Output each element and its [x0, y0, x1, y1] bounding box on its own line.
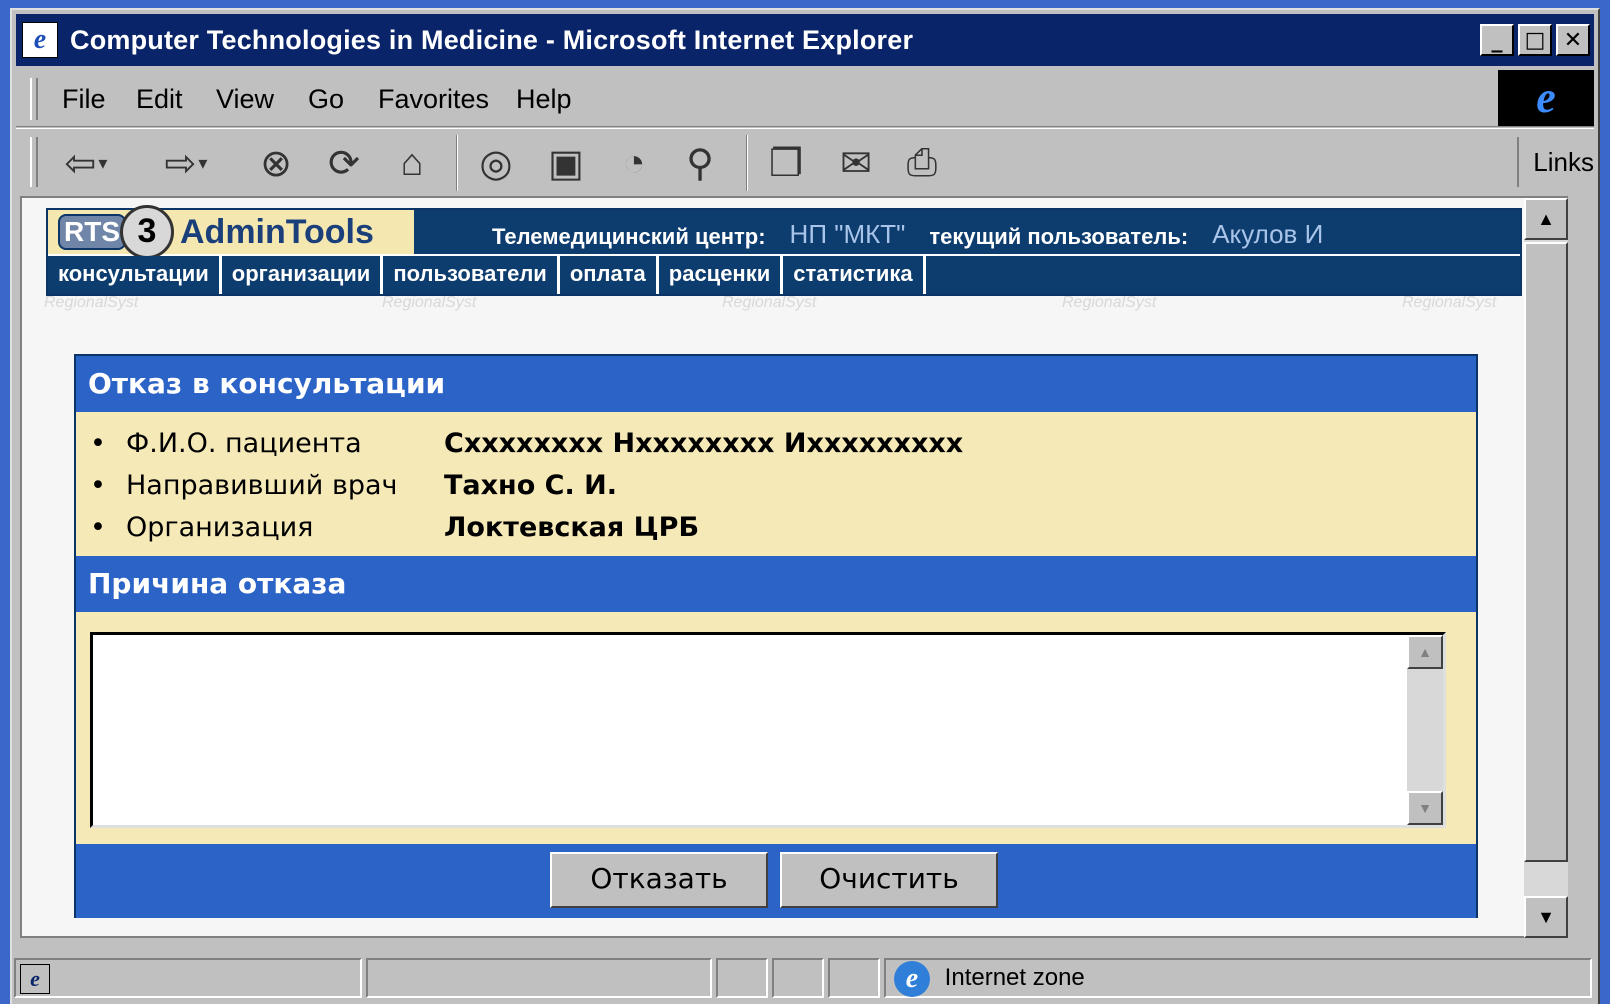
- field-value: Схххххххх Нхххххххх Иххххххххх: [444, 428, 964, 459]
- scroll-up-icon[interactable]: ▲: [1407, 635, 1443, 669]
- menu-help[interactable]: Help: [516, 84, 572, 115]
- toolbar-separator: [456, 135, 458, 191]
- channels-icon[interactable]: ⚲: [676, 139, 724, 187]
- stop-icon[interactable]: ⊗: [252, 139, 300, 187]
- nav-users[interactable]: пользователи: [383, 256, 560, 294]
- ie-logo-icon: e: [1498, 70, 1594, 126]
- refuse-button[interactable]: Отказать: [550, 852, 768, 908]
- bullet: •: [90, 512, 106, 543]
- browser-window: e Computer Technologies in Medicine - Mi…: [10, 8, 1600, 1004]
- watermark: RegionalSyst: [1402, 294, 1497, 311]
- refusal-panel: Отказ в консультации • Ф.И.О. пациента С…: [74, 354, 1478, 918]
- menu-file[interactable]: File: [62, 84, 106, 115]
- print-icon[interactable]: ⎙: [898, 139, 946, 187]
- center-value: НП "МКТ": [789, 219, 906, 249]
- history-icon[interactable]: ◔: [610, 139, 658, 187]
- links-button[interactable]: Links: [1517, 137, 1594, 187]
- nav-prices[interactable]: расценки: [659, 256, 784, 294]
- refresh-icon[interactable]: ⟳: [320, 139, 368, 187]
- site-header: RTS 3 AdminTools Телемедицинский центр: …: [46, 205, 1522, 296]
- zone-label: Internet zone: [944, 964, 1085, 991]
- status-pane: [772, 958, 824, 998]
- page-icon: e: [20, 963, 50, 994]
- maximize-button[interactable]: □: [1518, 24, 1552, 56]
- page-content: RegionalSyst RegionalSyst RegionalSyst R…: [20, 196, 1524, 938]
- toolbar-separator: [746, 135, 748, 191]
- menu-edit[interactable]: Edit: [136, 84, 183, 115]
- status-pane: [828, 958, 880, 998]
- close-button[interactable]: ✕: [1556, 24, 1590, 56]
- user-label: текущий пользователь:: [929, 224, 1189, 249]
- search-icon[interactable]: ◎: [472, 139, 520, 187]
- field-doctor: • Направивший врач Тахно С. И.: [90, 466, 617, 506]
- watermark: RegionalSyst: [44, 294, 139, 311]
- scroll-thumb[interactable]: [1524, 242, 1568, 862]
- status-pane: [716, 958, 768, 998]
- scroll-down-icon[interactable]: ▼: [1407, 791, 1443, 825]
- field-patient: • Ф.И.О. пациента Схххххххх Нхххххххх Их…: [90, 424, 963, 464]
- scroll-down-icon[interactable]: ▼: [1524, 896, 1568, 938]
- logo-name: AdminTools: [180, 212, 374, 251]
- menu-favorites[interactable]: Favorites: [378, 84, 489, 115]
- toolbar: ⇦ ⇨ ⊗ ⟳ ⌂ ◎ ▣ ◔ ⚲ ❐ ✉ ⎙ Links: [16, 128, 1594, 195]
- forward-icon[interactable]: ⇨: [162, 139, 210, 187]
- site-logo: RTS 3 AdminTools: [48, 205, 414, 259]
- home-icon[interactable]: ⌂: [388, 139, 436, 187]
- user-value: Акулов И: [1212, 219, 1324, 249]
- panel-footer: Отказать Очистить: [76, 844, 1476, 918]
- reason-textarea[interactable]: ▲ ▼: [90, 632, 1446, 828]
- menu-bar: File Edit View Go Favorites Help e: [16, 70, 1594, 127]
- title-bar: e Computer Technologies in Medicine - Mi…: [16, 14, 1594, 66]
- field-label: Организация: [126, 512, 314, 543]
- internet-zone-icon: e: [894, 960, 930, 997]
- scroll-up-icon[interactable]: ▲: [1524, 198, 1568, 240]
- menu-grip[interactable]: [30, 78, 38, 120]
- mail-icon[interactable]: ✉: [832, 139, 880, 187]
- watermark: RegionalSyst: [1062, 294, 1157, 311]
- reason-title: Причина отказа: [76, 556, 1476, 612]
- nav-organizations[interactable]: организации: [222, 256, 384, 294]
- clear-button[interactable]: Очистить: [780, 852, 998, 908]
- status-bar: e e Internet zone: [14, 956, 1600, 1000]
- logo-number: 3: [120, 205, 174, 259]
- status-pane: [366, 958, 712, 998]
- nav-statistics[interactable]: статистика: [783, 256, 926, 294]
- back-icon[interactable]: ⇦: [62, 139, 110, 187]
- watermark: RegionalSyst: [722, 294, 817, 311]
- field-organization: • Организация Локтевская ЦРБ: [90, 508, 699, 548]
- ie-window-icon: e: [22, 22, 58, 58]
- menu-view[interactable]: View: [216, 84, 274, 115]
- nav-payment[interactable]: оплата: [560, 256, 659, 294]
- fullscreen-icon[interactable]: ❐: [762, 139, 810, 187]
- info-bar: Телемедицинский центр: НП "МКТ" текущий …: [414, 210, 1520, 254]
- nav-consultations[interactable]: консультации: [48, 256, 222, 294]
- field-value: Тахно С. И.: [444, 470, 617, 501]
- status-text-pane: e: [14, 958, 362, 998]
- field-label: Направивший врач: [126, 470, 398, 501]
- watermark: RegionalSyst: [382, 294, 477, 311]
- zone-pane: e Internet zone: [884, 958, 1592, 998]
- page-scrollbar[interactable]: ▲ ▼: [1524, 196, 1568, 938]
- logo-rts: RTS: [58, 214, 126, 250]
- bullet: •: [90, 470, 106, 501]
- menu-go[interactable]: Go: [308, 84, 344, 115]
- favorites-icon[interactable]: ▣: [542, 139, 590, 187]
- site-nav: консультации организации пользователи оп…: [48, 256, 1520, 294]
- field-label: Ф.И.О. пациента: [126, 428, 362, 459]
- center-label: Телемедицинский центр:: [492, 224, 766, 249]
- minimize-button[interactable]: _: [1480, 24, 1514, 56]
- panel-title: Отказ в консультации: [76, 356, 1476, 412]
- field-value: Локтевская ЦРБ: [444, 512, 700, 543]
- toolbar-grip[interactable]: [30, 137, 38, 187]
- window-title: Computer Technologies in Medicine - Micr…: [70, 24, 914, 55]
- textarea-scrollbar[interactable]: ▲ ▼: [1407, 635, 1443, 825]
- bullet: •: [90, 428, 106, 459]
